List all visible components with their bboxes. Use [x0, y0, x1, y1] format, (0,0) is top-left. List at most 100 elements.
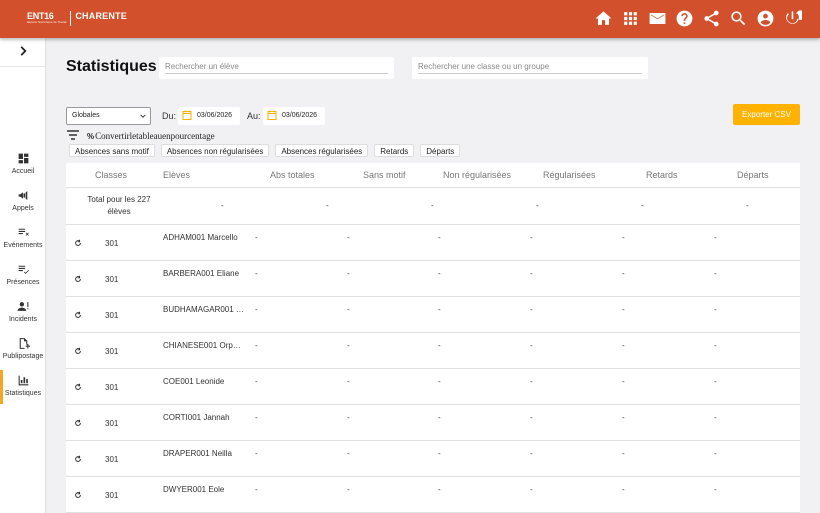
incidents-icon: [17, 300, 30, 313]
page-title: Statistiques: [66, 58, 157, 75]
row-student-name[interactable]: BARBERA001 Eliane: [163, 269, 245, 278]
refresh-icon[interactable]: [74, 419, 82, 427]
home-icon[interactable]: [594, 9, 613, 28]
row-value: -: [347, 341, 350, 350]
convert-percentage-toggle[interactable]: % Convertirletableauenpourcentage: [87, 131, 215, 141]
account-icon[interactable]: [756, 9, 775, 28]
refresh-icon[interactable]: [74, 455, 82, 463]
table-row[interactable]: 301 BARBERA001 Eliane - - - - - -: [66, 261, 800, 297]
column-header-classes[interactable]: Classes: [95, 170, 127, 180]
row-value: -: [347, 377, 350, 386]
megaphone-icon: [17, 189, 30, 202]
column-header-regularisees[interactable]: Régularisées: [543, 170, 596, 180]
row-value: -: [714, 233, 717, 242]
row-value: -: [255, 413, 258, 422]
row-value: -: [438, 377, 441, 386]
row-student-name[interactable]: BUDHAMAGAR001 …: [163, 305, 245, 314]
row-student-name[interactable]: DRAPER001 Neilla: [163, 449, 245, 458]
row-value: -: [255, 269, 258, 278]
apps-grid-icon[interactable]: [621, 9, 640, 28]
row-value: -: [255, 449, 258, 458]
refresh-icon[interactable]: [74, 275, 82, 283]
row-value: -: [622, 269, 625, 278]
dashboard-icon: [17, 152, 30, 165]
row-student-name[interactable]: CHIANESE001 Orp…: [163, 341, 245, 350]
row-class: 301: [105, 311, 119, 320]
table-row[interactable]: 301 COE001 Leonide - - - - - -: [66, 369, 800, 405]
to-date-picker[interactable]: 03/06/2026: [263, 107, 325, 125]
row-student-name[interactable]: DWYER001 Eole: [163, 485, 245, 494]
chip-absences-sans-motif[interactable]: Absences sans motif: [69, 144, 155, 157]
row-value: -: [622, 233, 625, 242]
refresh-icon[interactable]: [74, 311, 82, 319]
help-icon[interactable]: [675, 9, 694, 28]
power-icon[interactable]: [783, 9, 802, 28]
row-value: -: [438, 413, 441, 422]
refresh-icon[interactable]: [74, 239, 82, 247]
from-date-picker[interactable]: 03/06/2026: [178, 107, 240, 125]
table-row[interactable]: 301 BUDHAMAGAR001 … - - - - - -: [66, 297, 800, 333]
total-label: Total pour les 227 élèves: [87, 195, 151, 216]
table-row[interactable]: 301 CHIANESE001 Orp… - - - - - -: [66, 333, 800, 369]
row-value: -: [622, 305, 625, 314]
table-row[interactable]: 301 CORTI001 Jannah - - - - - -: [66, 405, 800, 441]
row-student-name[interactable]: CORTI001 Jannah: [163, 413, 245, 422]
table-row[interactable]: 301 ADHAM001 Marcello - - - - - -: [66, 225, 800, 261]
chip-absences-regularisees[interactable]: Absences régularisées: [275, 144, 369, 157]
calendar-icon: [267, 110, 277, 120]
student-search-input[interactable]: [165, 60, 388, 74]
mailing-icon: [17, 337, 30, 350]
sidebar-item-appels[interactable]: Appels: [0, 189, 46, 223]
refresh-icon[interactable]: [74, 383, 82, 391]
chip-departs[interactable]: Départs: [420, 144, 461, 157]
chevron-right-icon[interactable]: [16, 44, 30, 58]
sidebar-divider: [0, 66, 46, 67]
row-student-name[interactable]: ADHAM001 Marcello: [163, 233, 245, 242]
logo-region: CHARENTE: [75, 11, 127, 21]
row-value: -: [622, 413, 625, 422]
sidebar-item-incidents[interactable]: Incidents: [0, 300, 46, 334]
column-header-non-regularisees[interactable]: Non régularisées: [443, 170, 511, 180]
row-value: -: [530, 449, 533, 458]
group-search-input[interactable]: [418, 60, 642, 74]
table-row[interactable]: 301 DWYER001 Eole - - - - - -: [66, 477, 800, 513]
convert-percentage-label: Convertirletableauenpourcentage: [95, 131, 215, 141]
column-header-sans-motif[interactable]: Sans motif: [363, 170, 406, 180]
column-header-departs[interactable]: Départs: [737, 170, 769, 180]
share-icon[interactable]: [702, 9, 721, 28]
refresh-icon[interactable]: [74, 491, 82, 499]
sidebar-item-evenements[interactable]: Evénements: [0, 226, 46, 260]
row-value: -: [438, 341, 441, 350]
sidebar-item-statistiques[interactable]: Statistiques: [0, 370, 46, 408]
indicator-select[interactable]: Globales: [66, 107, 151, 125]
row-class: 301: [105, 275, 119, 284]
top-bar: ENT16 Espace Numérique de Travail CHAREN…: [0, 0, 820, 38]
mail-icon[interactable]: [648, 9, 667, 28]
export-csv-button[interactable]: Exporter CSV: [733, 104, 800, 125]
sidebar-item-presences[interactable]: Présences: [0, 263, 46, 297]
chevron-down-icon: [140, 114, 146, 118]
search-icon[interactable]: [729, 9, 748, 28]
refresh-icon[interactable]: [74, 347, 82, 355]
row-value: -: [530, 269, 533, 278]
column-header-abs-totales[interactable]: Abs totales: [270, 170, 315, 180]
sidebar-item-label: Publipostage: [2, 353, 44, 360]
row-student-name[interactable]: COE001 Leonide: [163, 377, 245, 386]
row-value: -: [530, 413, 533, 422]
row-value: -: [714, 377, 717, 386]
sidebar-item-label: Accueil: [11, 168, 35, 175]
row-value: -: [714, 449, 717, 458]
table-row[interactable]: 301 DRAPER001 Neilla - - - - - -: [66, 441, 800, 477]
row-value: -: [714, 269, 717, 278]
chip-retards[interactable]: Retards: [374, 144, 415, 157]
sidebar: Accueil Appels Evénements Présences Inci…: [0, 38, 46, 513]
sidebar-item-publipostage[interactable]: Publipostage: [0, 337, 46, 371]
row-class: 301: [105, 347, 119, 356]
row-value: -: [622, 377, 625, 386]
ent-logo[interactable]: ENT16 Espace Numérique de Travail CHAREN…: [27, 11, 127, 26]
sidebar-item-accueil[interactable]: Accueil: [0, 152, 46, 186]
column-header-retards[interactable]: Retards: [646, 170, 678, 180]
chip-absences-non-regularisees[interactable]: Absences non régularisées: [160, 144, 270, 157]
filter-icon[interactable]: [67, 130, 79, 140]
column-header-eleves[interactable]: Elèves: [163, 170, 190, 180]
